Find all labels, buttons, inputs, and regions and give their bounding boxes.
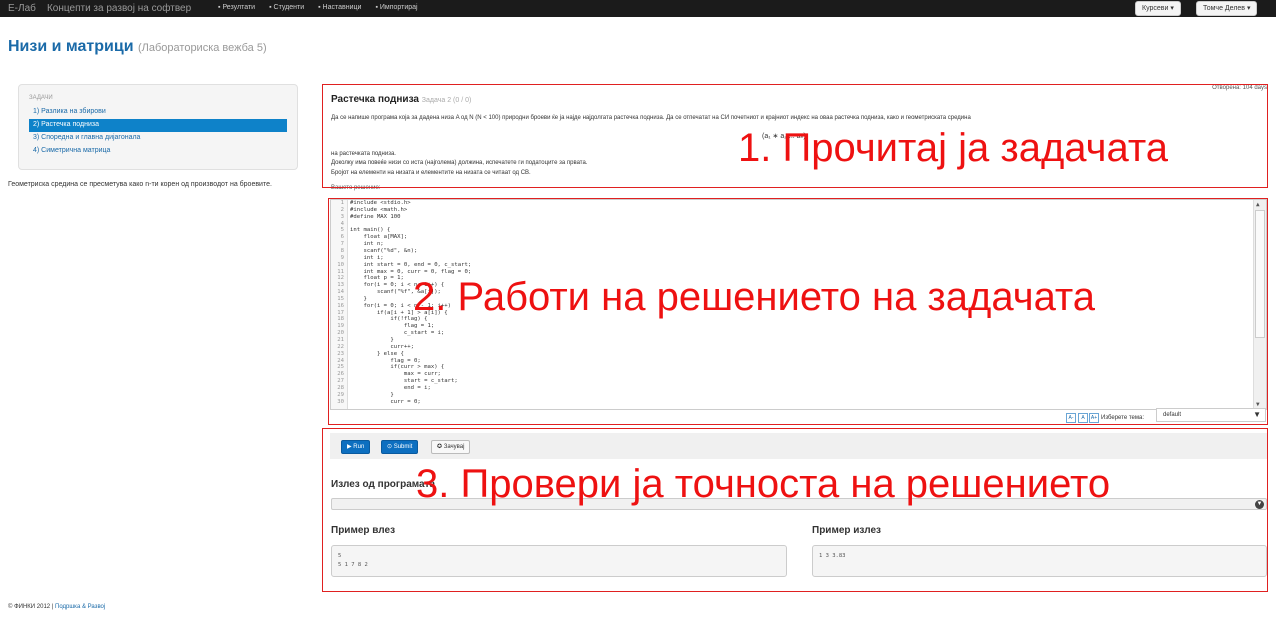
- brand-name[interactable]: Е-Лаб: [8, 3, 36, 14]
- sidebar-item-task-1[interactable]: 1) Разлика на збирови: [29, 106, 287, 119]
- main-nav: Резултати Студенти Наставници Импортирај: [218, 4, 418, 11]
- top-navbar: Е-Лаб Концепти за развој на софтвер Резу…: [0, 0, 1276, 17]
- support-link[interactable]: Подршка & Развој: [55, 604, 105, 610]
- course-title[interactable]: Концепти за развој на софтвер: [47, 3, 191, 14]
- annotation-step-1: 1. Прочитај ја задачата: [738, 126, 1168, 170]
- task-sidebar: задачи 1) Разлика на збирови 2) Растечка…: [18, 84, 298, 170]
- courses-dropdown[interactable]: Курсеви ▾: [1135, 1, 1181, 16]
- annotation-step-3: 3. Провери ја точноста на решението: [416, 462, 1111, 506]
- page-title: Низи и матрици (Лабораториска вежба 5): [8, 38, 267, 56]
- page-title-text: Низи и матрици: [8, 38, 134, 55]
- nav-students[interactable]: Студенти: [269, 4, 305, 11]
- sidebar-item-task-3[interactable]: 3) Споредна и главна дијагонала: [29, 132, 287, 145]
- sidebar-header: задачи: [29, 95, 53, 101]
- nav-teachers[interactable]: Наставници: [318, 4, 362, 11]
- user-dropdown[interactable]: Томче Делев ▾: [1196, 1, 1258, 16]
- footer-copyright: © ФИНКИ 2012 |: [8, 604, 54, 610]
- nav-import[interactable]: Импортирај: [375, 4, 418, 11]
- nav-results[interactable]: Резултати: [218, 4, 255, 11]
- annotation-step-2: 2. Работи на решението на задачата: [413, 275, 1096, 319]
- brand[interactable]: Е-Лаб Концепти за развој на софтвер: [8, 3, 191, 14]
- sidebar-item-task-2[interactable]: 2) Растечка подниза: [29, 119, 287, 132]
- annotation-box-3: [322, 428, 1268, 592]
- page-subtitle: (Лабораториска вежба 5): [138, 42, 267, 54]
- sidebar-note: Геометриска средина се пресметува како n…: [8, 181, 272, 188]
- sidebar-item-task-4[interactable]: 4) Симетрична матрица: [29, 145, 287, 158]
- footer: © ФИНКИ 2012 | Подршка & Развој: [8, 604, 105, 610]
